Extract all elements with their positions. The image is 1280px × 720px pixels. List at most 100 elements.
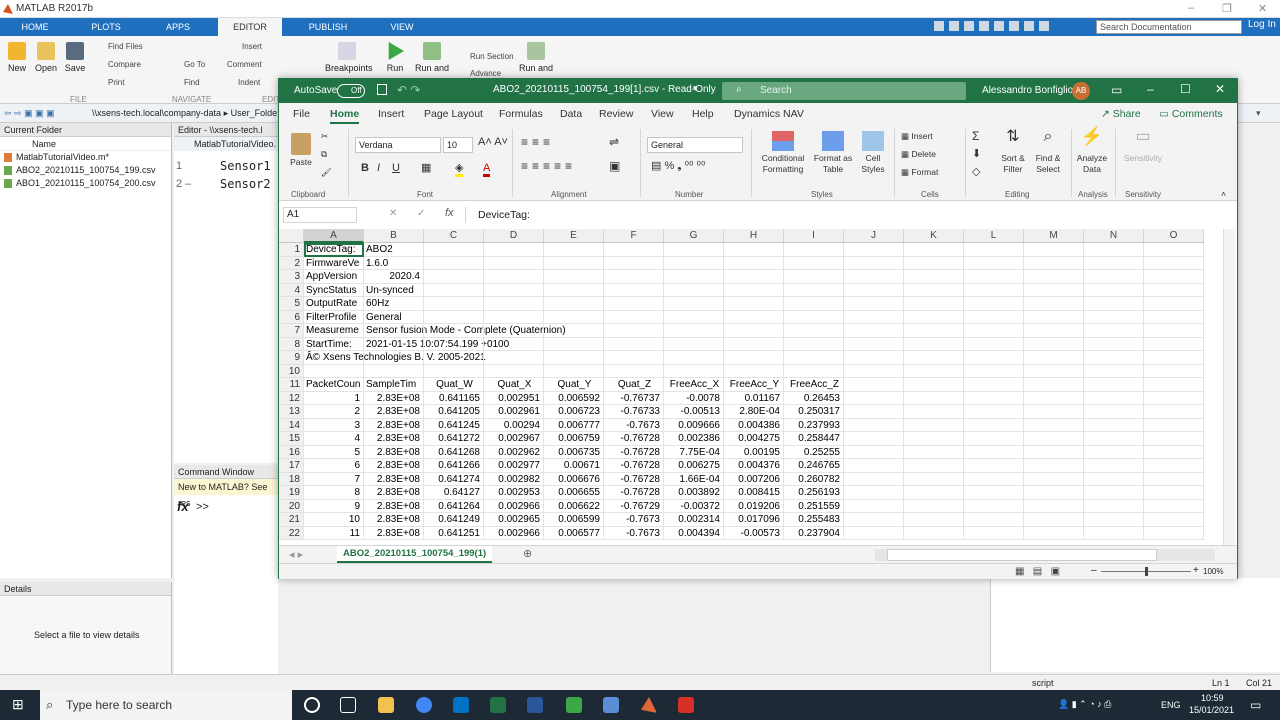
tab-dynamics-nav[interactable]: Dynamics NAV bbox=[734, 108, 804, 120]
qa-icon[interactable] bbox=[949, 21, 959, 31]
table-cell[interactable]: 0.002966 bbox=[486, 500, 543, 514]
column-header[interactable]: E bbox=[544, 229, 604, 243]
row-header[interactable]: 14 bbox=[279, 418, 304, 432]
table-cell[interactable]: 1.6.0 bbox=[366, 257, 726, 271]
font-color-icon[interactable]: A bbox=[483, 163, 491, 177]
nav-arrows-icon[interactable]: ⇦ ⇨ ▣ ▣ ▣ bbox=[4, 104, 55, 123]
table-cell[interactable]: 7.75E-04 bbox=[666, 446, 723, 460]
table-cell[interactable]: 0.002314 bbox=[666, 513, 723, 527]
qa-icon[interactable] bbox=[1039, 21, 1049, 31]
table-cell[interactable]: StartTime: bbox=[306, 338, 363, 352]
file-item[interactable]: MatlabTutorialVideo.m* bbox=[0, 151, 171, 164]
column-header[interactable]: G bbox=[664, 229, 724, 243]
add-sheet-icon[interactable]: ⊕ bbox=[523, 547, 532, 560]
tab-review[interactable]: Review bbox=[599, 108, 633, 120]
download-icon[interactable] bbox=[603, 697, 619, 713]
row-header[interactable]: 15 bbox=[279, 432, 304, 446]
tab-view[interactable]: View bbox=[651, 108, 674, 120]
font-size-select[interactable]: 10 bbox=[443, 137, 473, 153]
row-header[interactable]: 7 bbox=[279, 324, 304, 338]
tab-home[interactable]: HOME bbox=[8, 18, 62, 36]
table-cell[interactable]: 5 bbox=[306, 446, 363, 460]
table-cell[interactable]: 2 bbox=[306, 405, 363, 419]
table-cell[interactable]: 2.83E+08 bbox=[366, 459, 423, 473]
table-cell[interactable]: 0.002967 bbox=[486, 432, 543, 446]
table-cell[interactable]: Un-synced bbox=[366, 284, 726, 298]
table-cell[interactable]: 2.80E-04 bbox=[726, 405, 783, 419]
sort-filter-button[interactable]: ⇅ Sort & Filter bbox=[997, 129, 1029, 175]
format-cells-button[interactable]: ▦ Format bbox=[901, 167, 938, 178]
table-cell[interactable]: 0.002386 bbox=[666, 432, 723, 446]
table-cell[interactable]: -0.7673 bbox=[606, 513, 663, 527]
minimize-icon[interactable]: – bbox=[1188, 2, 1194, 14]
table-cell[interactable]: 0.006655 bbox=[546, 486, 603, 500]
table-cell[interactable]: -0.00372 bbox=[666, 500, 723, 514]
format-as-table-button[interactable]: Format as Table bbox=[811, 131, 855, 175]
qa-icon[interactable] bbox=[994, 21, 1004, 31]
table-cell[interactable]: Â© Xsens Technologies B. V. 2005-2021 bbox=[306, 351, 666, 365]
table-cell[interactable]: Measureme bbox=[306, 324, 363, 338]
table-cell[interactable]: 0.25255 bbox=[786, 446, 843, 460]
table-cell[interactable]: SampleTim bbox=[366, 378, 423, 392]
table-cell[interactable]: -0.0078 bbox=[666, 392, 723, 406]
row-header[interactable]: 11 bbox=[279, 378, 304, 392]
sheet-nav-icons[interactable]: ◂ ▸ bbox=[289, 548, 303, 561]
row-header[interactable]: 19 bbox=[279, 486, 304, 500]
table-cell[interactable]: 11 bbox=[306, 527, 363, 541]
table-cell[interactable]: 0.006735 bbox=[546, 446, 603, 460]
minimize-icon[interactable]: – bbox=[1147, 82, 1154, 96]
share-button[interactable]: ↗ Share bbox=[1101, 108, 1141, 120]
qa-icon[interactable] bbox=[1009, 21, 1019, 31]
table-cell[interactable]: 0.260782 bbox=[786, 473, 843, 487]
view-mode-icons[interactable]: ▦ ▤ ▣ bbox=[1015, 566, 1060, 577]
clear-icon[interactable]: ◇ bbox=[972, 167, 980, 178]
print-button[interactable]: Print bbox=[108, 78, 124, 87]
copy-icon[interactable]: ⧉ bbox=[321, 149, 327, 160]
user-name[interactable]: Alessandro Bonfiglio bbox=[982, 85, 1073, 96]
clock-date[interactable]: 15/01/2021 bbox=[1189, 705, 1234, 715]
row-header[interactable]: 16 bbox=[279, 445, 304, 459]
table-cell[interactable]: 2.83E+08 bbox=[366, 527, 423, 541]
zoom-in-icon[interactable]: + bbox=[1193, 565, 1199, 576]
row-header[interactable]: 12 bbox=[279, 391, 304, 405]
tab-apps[interactable]: APPS bbox=[148, 18, 208, 36]
insert-function-icon[interactable]: fx bbox=[445, 207, 454, 219]
tab-data[interactable]: Data bbox=[560, 108, 582, 120]
column-header[interactable]: A bbox=[304, 229, 364, 243]
run-section-button[interactable]: Run Section bbox=[470, 52, 514, 61]
formula-enter-icon[interactable]: ✓ bbox=[417, 208, 425, 219]
table-cell[interactable]: -0.7673 bbox=[606, 527, 663, 541]
table-cell[interactable]: 0.004394 bbox=[666, 527, 723, 541]
column-header[interactable]: F bbox=[604, 229, 664, 243]
column-header[interactable]: L bbox=[964, 229, 1024, 243]
row-header[interactable]: 18 bbox=[279, 472, 304, 486]
table-cell[interactable]: 0.00671 bbox=[546, 459, 603, 473]
table-cell[interactable]: -0.00513 bbox=[666, 405, 723, 419]
bold-icon[interactable]: B bbox=[361, 163, 369, 174]
find-button[interactable]: Find bbox=[184, 78, 200, 87]
table-cell[interactable]: FirmwareVe bbox=[306, 257, 363, 271]
column-header[interactable]: D bbox=[484, 229, 544, 243]
column-header[interactable]: I bbox=[784, 229, 844, 243]
table-cell[interactable]: 9 bbox=[306, 500, 363, 514]
table-cell[interactable]: 0.641249 bbox=[426, 513, 483, 527]
tab-editor[interactable]: EDITOR bbox=[218, 18, 282, 36]
table-cell[interactable]: OutputRate bbox=[306, 297, 363, 311]
qa-icon[interactable] bbox=[1024, 21, 1034, 31]
table-cell[interactable]: 0.003892 bbox=[666, 486, 723, 500]
table-cell[interactable]: 0.017096 bbox=[726, 513, 783, 527]
column-header[interactable]: C bbox=[424, 229, 484, 243]
vertical-scrollbar[interactable] bbox=[1223, 229, 1235, 545]
command-prompt[interactable]: >> bbox=[196, 501, 209, 513]
row-header[interactable]: 9 bbox=[279, 351, 304, 365]
table-cell[interactable]: 2.83E+08 bbox=[366, 432, 423, 446]
code-lines[interactable]: Sensor1 Sensor2 bbox=[220, 157, 271, 193]
table-cell[interactable]: 4 bbox=[306, 432, 363, 446]
table-cell[interactable]: FilterProfile bbox=[306, 311, 363, 325]
table-cell[interactable]: 0.002966 bbox=[486, 527, 543, 541]
table-cell[interactable]: -0.76737 bbox=[606, 392, 663, 406]
table-cell[interactable]: 2.83E+08 bbox=[366, 486, 423, 500]
save-button[interactable]: Save bbox=[63, 42, 87, 73]
file-item[interactable]: ABO2_20210115_100754_199.csv bbox=[0, 164, 171, 177]
row-header[interactable]: 8 bbox=[279, 337, 304, 351]
